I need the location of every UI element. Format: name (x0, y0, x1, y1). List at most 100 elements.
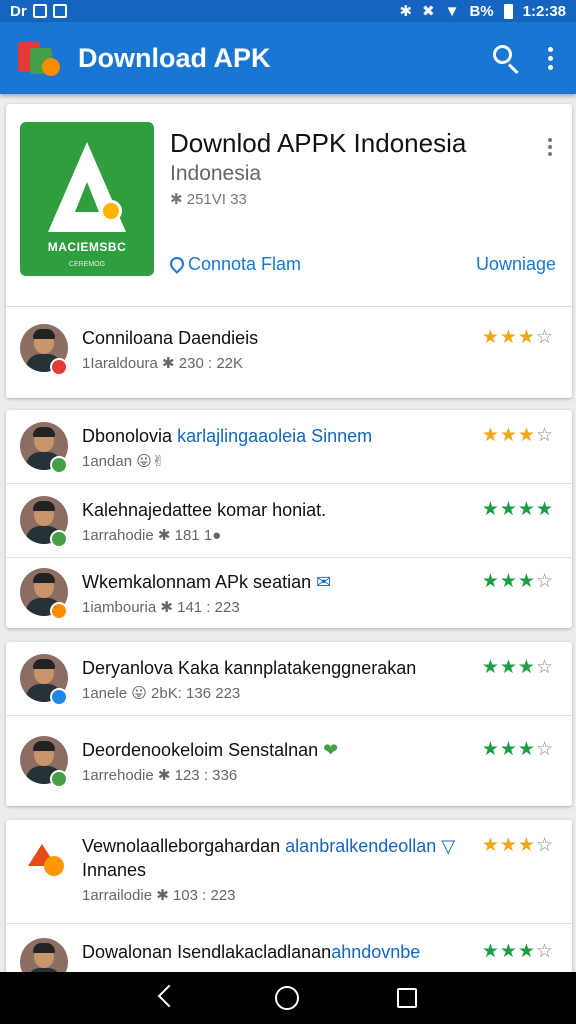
list-item[interactable]: Vewnolaalleborgahardan alanbralkendeolla… (6, 820, 572, 924)
status-left: Dr (10, 3, 67, 20)
star-filled-icon: ★ (481, 738, 500, 760)
review-meta: 1arrailodie ✱ 103 : 223 (82, 887, 236, 904)
app-meta: ✱ 251VI 33 (170, 191, 247, 208)
status-badge (50, 358, 68, 376)
star-empty-icon: ☆ (535, 326, 554, 348)
star-empty-icon: ☆ (535, 570, 554, 592)
review-title-line2: Innanes (82, 860, 147, 880)
recent-apps-icon[interactable] (397, 988, 417, 1008)
download-button[interactable]: Uowniage (476, 254, 556, 275)
star-rating: ★★★☆ (482, 326, 554, 348)
star-rating: ★★★☆ (482, 570, 554, 592)
image-notification-icon (52, 4, 67, 18)
vibrate-icon: ✖ (422, 3, 435, 20)
review-meta: 1andan 😛✌ (82, 453, 165, 470)
wifi-icon: ▼ (444, 2, 460, 20)
review-title: Kalehnajedattee komar honiat. (82, 500, 327, 520)
star-empty-icon: ☆ (535, 940, 554, 962)
app-icon[interactable]: MACIEMSBC CEREMOG (20, 122, 154, 276)
list-item[interactable]: Wkemkalonnam APk seatian ✉ 1iambouria ✱ … (6, 556, 572, 628)
status-time: 1:2:38 (522, 2, 566, 20)
review-title: Conniloana Daendieis (82, 328, 259, 348)
more-vert-icon[interactable] (548, 46, 554, 70)
app-logo-icon[interactable] (16, 36, 60, 80)
search-icon[interactable] (492, 44, 520, 75)
star-filled-icon: ★ (517, 570, 536, 592)
divider (6, 923, 572, 924)
review-title: Vewnolaalleborgahardan alanbralkendeolla… (82, 836, 456, 856)
star-rating: ★★★☆ (482, 738, 554, 760)
star-filled-icon: ★ (499, 834, 518, 856)
review-group-card: Deryanlova Kaka kannplatakenggnerakan 1a… (6, 642, 572, 806)
app-title-heading: Downlod APPK Indonesia (170, 128, 467, 158)
home-icon[interactable] (275, 986, 299, 1010)
location-link[interactable]: Connota Flam (170, 254, 301, 275)
divider (6, 306, 572, 307)
back-icon[interactable] (159, 987, 177, 1009)
star-filled-icon: ★ (517, 656, 536, 678)
star-filled-icon: ★ (481, 570, 500, 592)
star-empty-icon: ☆ (535, 738, 554, 760)
star-filled-icon: ★ (481, 656, 500, 678)
review-meta: 1Iaraldoura ✱ 230 : 22K (82, 355, 244, 372)
review-meta: 1arrahodie ✱ 181 1● (82, 527, 222, 544)
star-rating: ★★★☆ (482, 834, 554, 856)
star-filled-icon: ★ (499, 570, 518, 592)
status-bar: Dr ✱ ✖ ▼ B% 1:2:38 (0, 0, 576, 22)
star-empty-icon: ☆ (535, 424, 554, 446)
status-badge (50, 530, 68, 548)
list-item[interactable]: Dbonolovia karlajlingaaoleia Sinnem 1and… (6, 410, 572, 484)
status-left-text: Dr (10, 2, 27, 20)
review-title: Dbonolovia karlajlingaaoleia Sinnem (82, 426, 373, 446)
review-meta: 1anele 😛 2bK: 136 223 (82, 685, 241, 702)
star-filled-icon: ★ (517, 834, 536, 856)
star-rating: ★★★☆ (482, 940, 554, 962)
card-more-icon[interactable] (548, 138, 552, 156)
star-filled-icon: ★ (499, 738, 518, 760)
app-actions (492, 44, 554, 75)
star-filled-icon: ★ (499, 940, 518, 962)
battery-icon (503, 3, 513, 19)
app-icon-logo (48, 142, 126, 238)
star-filled-icon: ★ (517, 940, 536, 962)
review-group-card: Vewnolaalleborgahardan alanbralkendeolla… (6, 820, 572, 980)
app-subtitle: Indonesia (170, 162, 262, 185)
warning-icon (28, 838, 68, 878)
app-bar: Download APK (0, 22, 576, 94)
review-meta: 1iambouria ✱ 141 : 223 (82, 599, 240, 616)
star-filled-icon: ★ (499, 498, 518, 520)
star-filled-icon: ★ (481, 834, 500, 856)
star-filled-icon: ★ (499, 326, 518, 348)
star-filled-icon: ★ (499, 656, 518, 678)
star-rating: ★★★☆ (482, 656, 554, 678)
bluetooth-icon: ✱ (399, 3, 413, 20)
star-filled-icon: ★ (481, 326, 500, 348)
star-filled-icon: ★ (517, 326, 536, 348)
divider (6, 715, 572, 716)
list-item[interactable]: Deryanlova Kaka kannplatakenggnerakan 1a… (6, 642, 572, 716)
system-nav-bar (0, 972, 576, 1024)
battery-percent: B% (469, 2, 494, 20)
list-item[interactable]: Kalehnajedattee komar honiat. 1arrahodie… (6, 484, 572, 558)
review-title: Wkemkalonnam APk seatian ✉ (82, 572, 332, 592)
notification-icon (32, 4, 47, 18)
star-rating: ★★★★ (482, 498, 554, 520)
star-filled-icon: ★ (481, 498, 500, 520)
app-detail-card: MACIEMSBC CEREMOG Downlod APPK Indonesia… (6, 104, 572, 398)
star-empty-icon: ☆ (535, 834, 554, 856)
star-rating: ★★★☆ (482, 424, 554, 446)
star-filled-icon: ★ (535, 498, 554, 520)
location-link-label: Connota Flam (188, 254, 302, 274)
review-title: Deordenookeloim Senstalnan ❤ (82, 740, 339, 760)
list-item[interactable]: Deordenookeloim Senstalnan ❤ 1arrehodie … (6, 724, 572, 798)
app-icon-caption: MACIEMSBC (47, 240, 127, 254)
location-pin-icon (170, 257, 182, 273)
review-group-card: Dbonolovia karlajlingaaoleia Sinnem 1and… (6, 410, 572, 628)
star-filled-icon: ★ (517, 498, 536, 520)
list-item[interactable]: Conniloana Daendieis 1Iaraldoura ✱ 230 :… (6, 312, 572, 386)
star-filled-icon: ★ (517, 424, 536, 446)
star-filled-icon: ★ (499, 424, 518, 446)
status-badge (50, 602, 68, 620)
status-right: ✱ ✖ ▼ B% 1:2:38 (399, 2, 566, 21)
star-empty-icon: ☆ (535, 656, 554, 678)
